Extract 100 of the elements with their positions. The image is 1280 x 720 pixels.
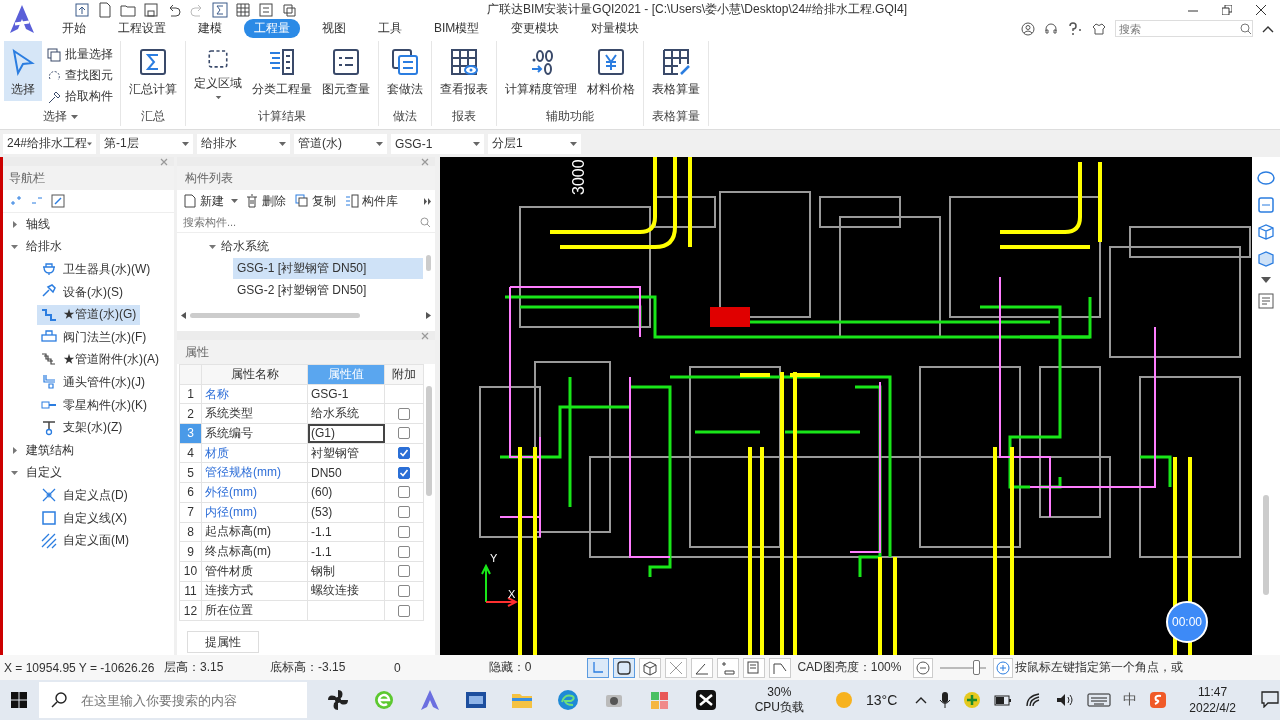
keyboard-icon[interactable]: [1087, 693, 1112, 707]
scroll-left-icon[interactable]: [181, 311, 186, 319]
ribbon-button[interactable]: 图元查量: [318, 41, 374, 101]
ribbon-button[interactable]: 选择: [4, 41, 42, 101]
table-view-icon[interactable]: [235, 1, 251, 18]
checkbox[interactable]: [398, 486, 410, 499]
copy-frame-icon[interactable]: [281, 1, 297, 18]
tree-item[interactable]: 通头管件(水)(J): [37, 372, 149, 393]
menu-tab[interactable]: 工程量: [244, 19, 300, 38]
checkbox[interactable]: [398, 604, 410, 617]
battery-icon[interactable]: [993, 693, 1014, 707]
checkbox[interactable]: [398, 447, 410, 460]
caret-icon[interactable]: [1261, 277, 1271, 283]
edit-icon[interactable]: [51, 194, 65, 208]
ribbon-button[interactable]: 拾取构件: [44, 86, 116, 107]
user-icon[interactable]: [1021, 21, 1035, 36]
ribbon-button[interactable]: 计算精度管理: [501, 41, 581, 101]
cube-icon[interactable]: [1257, 223, 1275, 241]
ribbon-button[interactable]: 套做法: [383, 41, 427, 101]
expand-all-icon[interactable]: [9, 195, 21, 207]
search-icon[interactable]: [420, 216, 431, 228]
expanded-arrow-icon[interactable]: [209, 242, 216, 250]
property-value[interactable]: 给水系统: [307, 403, 385, 424]
tree-item[interactable]: 支架(水)(Z): [37, 417, 127, 438]
search-field[interactable]: 在这里输入你要搜索的内容: [38, 682, 307, 718]
checkbox[interactable]: [398, 427, 410, 440]
dropdown[interactable]: 给排水: [197, 133, 290, 154]
toolbar-button[interactable]: 新建: [181, 192, 226, 210]
caret-icon[interactable]: [231, 199, 238, 203]
view-box-icon[interactable]: [1257, 196, 1275, 214]
property-value[interactable]: DN50: [307, 462, 385, 483]
more-icon[interactable]: [424, 198, 431, 205]
search-icon[interactable]: [1240, 22, 1252, 35]
ribbon-button[interactable]: 查看报表: [436, 41, 492, 101]
status-toggle[interactable]: [743, 657, 766, 678]
property-value[interactable]: 衬塑钢管: [307, 443, 385, 463]
menu-tab[interactable]: BIM模型: [424, 19, 490, 38]
sum-icon[interactable]: [212, 1, 228, 18]
list-icon[interactable]: [1257, 292, 1275, 310]
tree-item[interactable]: 阀门法兰(水)(F): [37, 327, 151, 348]
checkbox[interactable]: [398, 506, 410, 519]
menu-tab[interactable]: 开始: [52, 19, 96, 38]
tree-item[interactable]: 建筑结构: [26, 441, 74, 459]
search-field[interactable]: 搜索: [1115, 20, 1253, 37]
property-value[interactable]: 钢制: [307, 561, 385, 582]
speaker-icon[interactable]: [1055, 692, 1076, 708]
zoom-out-button[interactable]: [913, 657, 934, 678]
extract-properties-button[interactable]: 提属性: [187, 631, 259, 653]
checkbox[interactable]: [398, 545, 410, 558]
component-item[interactable]: GSG-1 [衬塑钢管 DN50]: [233, 258, 423, 279]
component-item[interactable]: GSG-2 [衬塑钢管 DN50]: [233, 280, 423, 301]
menu-tab[interactable]: 建模: [188, 19, 232, 38]
caret-icon[interactable]: [70, 114, 78, 119]
caret-icon[interactable]: [214, 95, 222, 99]
menu-tab[interactable]: 工具: [368, 19, 412, 38]
close-icon[interactable]: [1256, 4, 1266, 15]
status-toggle[interactable]: [613, 657, 636, 678]
ribbon-button[interactable]: 分类工程量: [248, 41, 316, 101]
zoom-in-button[interactable]: [993, 657, 1014, 678]
collapse-icon[interactable]: [1262, 24, 1274, 33]
tree-item[interactable]: 自定义线(X): [37, 508, 131, 528]
ribbon-button[interactable]: 材料价格: [583, 41, 639, 101]
tree-item[interactable]: ★管道(水)(G): [37, 304, 141, 325]
scrollbar[interactable]: [426, 255, 431, 271]
toolbar-button[interactable]: 删除: [243, 192, 288, 210]
toolbar-button[interactable]: 复制: [293, 192, 338, 210]
list-icon[interactable]: [258, 1, 274, 18]
tree-item[interactable]: 卫生器具(水)(W): [37, 259, 155, 280]
notification-icon[interactable]: [1260, 689, 1280, 708]
tree-item[interactable]: 设备(水)(S): [37, 282, 127, 303]
property-value[interactable]: GSG-1: [307, 384, 385, 404]
orbit-icon[interactable]: [1257, 169, 1275, 187]
dropdown[interactable]: 管道(水): [294, 133, 387, 154]
checkbox[interactable]: [398, 565, 410, 578]
menu-tab[interactable]: 视图: [312, 19, 356, 38]
ribbon-button[interactable]: 汇总计算: [125, 41, 181, 101]
property-value[interactable]: 螺纹连接: [307, 581, 385, 601]
ime-indicator[interactable]: 中: [1123, 691, 1138, 709]
tree-item[interactable]: 自定义面(M): [37, 530, 133, 551]
save-icon[interactable]: [143, 1, 159, 18]
status-toggle[interactable]: [769, 657, 792, 678]
menu-tab[interactable]: 工程设置: [108, 19, 176, 38]
checkbox[interactable]: [398, 584, 410, 597]
status-toggle[interactable]: [587, 657, 610, 678]
property-value[interactable]: (60): [307, 482, 385, 503]
plus-circle-icon[interactable]: [963, 691, 982, 709]
restore-icon[interactable]: [1222, 4, 1232, 15]
ribbon-button[interactable]: 定义区域: [190, 41, 246, 101]
dropdown[interactable]: 第-1层: [100, 133, 193, 154]
collapsed-arrow-icon[interactable]: [11, 446, 18, 454]
dropdown[interactable]: GSG-1: [391, 133, 484, 154]
property-value[interactable]: -1.1: [307, 522, 385, 542]
tree-item[interactable]: 轴线: [26, 215, 50, 233]
property-value[interactable]: (53): [307, 502, 385, 522]
help-icon[interactable]: [1067, 21, 1083, 36]
start-icon[interactable]: [10, 691, 29, 709]
tree-item[interactable]: 自定义: [26, 464, 62, 482]
checkbox[interactable]: [398, 466, 410, 479]
tree-item[interactable]: 零星构件(水)(K): [37, 395, 151, 416]
status-toggle[interactable]: [691, 657, 714, 678]
